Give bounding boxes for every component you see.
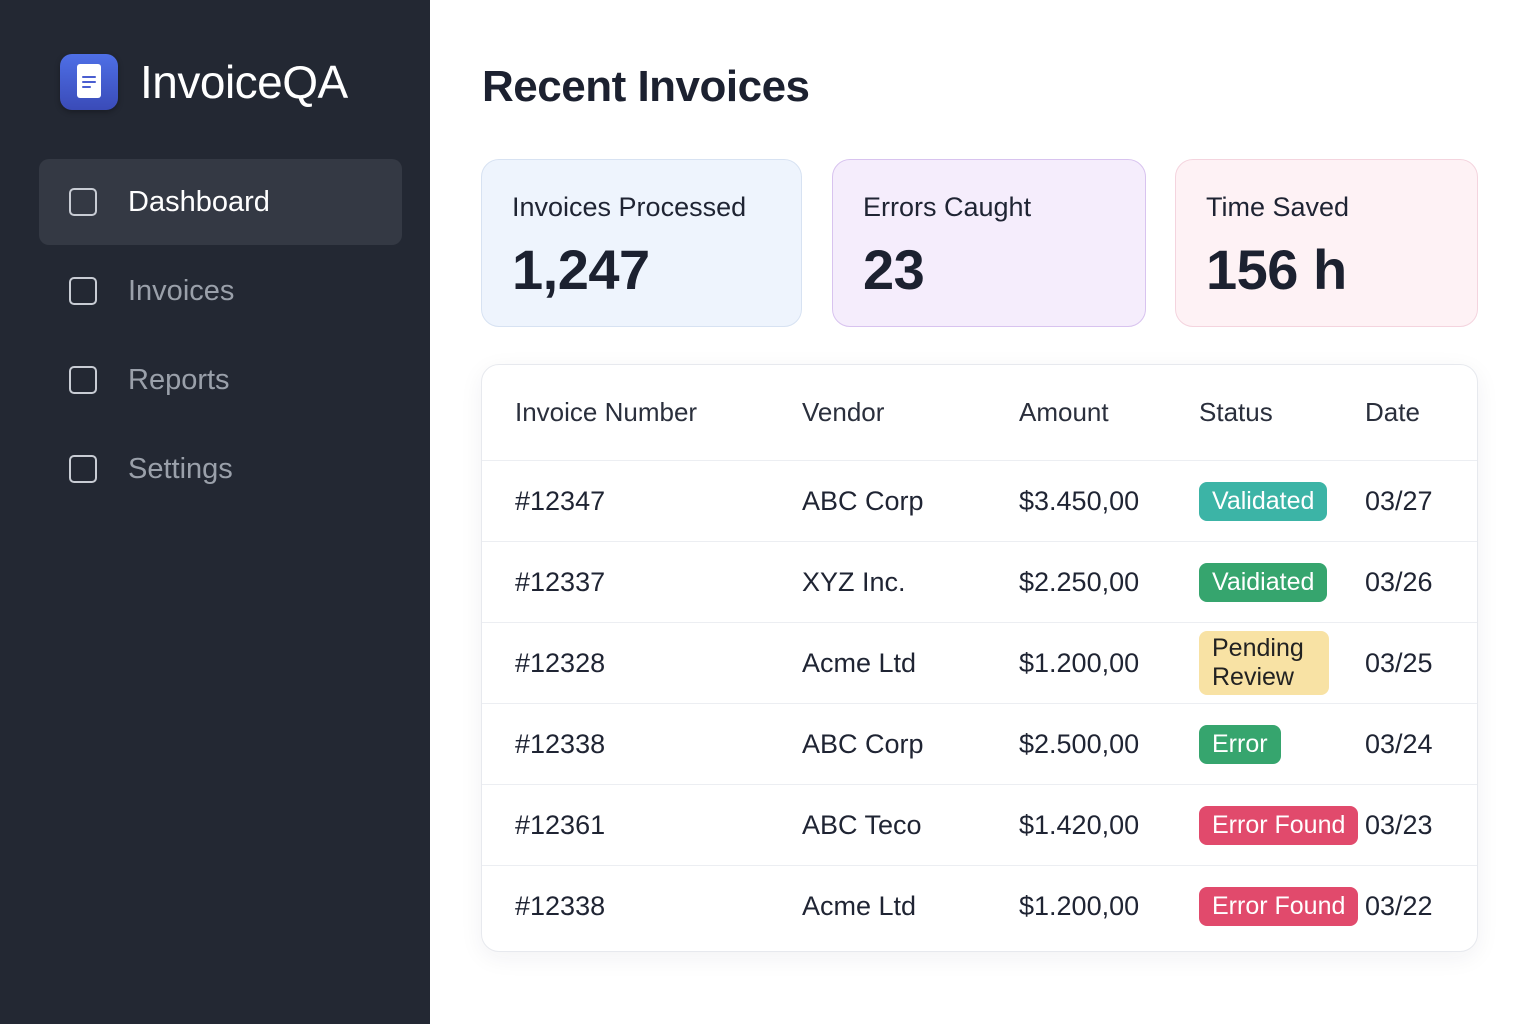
status-badge: Vaidiated (1199, 562, 1328, 602)
invoice-number-cell: #12347 (515, 485, 606, 516)
sidebar-item-dashboard[interactable]: Dashboard (39, 159, 402, 245)
main-content: Recent Invoices Invoices Processed 1,247… (430, 0, 1536, 1024)
date-cell: 03/23 (1365, 809, 1433, 840)
checkbox-icon (69, 366, 97, 394)
invoice-number-cell: #12328 (515, 647, 606, 678)
status-badge: Validated (1199, 481, 1328, 521)
stat-value: 23 (863, 238, 925, 301)
table-row[interactable]: #12338 Acme Ltd $1.200,00 Error Found 03… (482, 866, 1477, 947)
checkbox-icon (69, 277, 97, 305)
amount-cell: $1.200,00 (1019, 891, 1140, 921)
table-row[interactable]: #12361 ABC Teco $1.420,00 Error Found 03… (482, 785, 1477, 866)
status-cell: Validated (1199, 461, 1328, 541)
status-badge: Pending Review (1199, 631, 1329, 695)
date-cell: 03/22 (1365, 891, 1433, 921)
vendor-cell: Acme Ltd (802, 647, 917, 678)
app-name: InvoiceQA (140, 56, 348, 108)
vendor-cell: ABC Corp (802, 485, 924, 516)
column-header-date[interactable]: Date (1365, 365, 1420, 460)
column-header-status[interactable]: Status (1199, 365, 1273, 460)
column-header-amount[interactable]: Amount (1019, 365, 1109, 460)
amount-cell: $3.450,00 (1019, 485, 1140, 516)
status-cell: Error Found (1199, 785, 1359, 865)
stat-label: Invoices Processed (512, 192, 747, 222)
status-badge: Error Found (1199, 887, 1359, 926)
stat-label: Time Saved (1206, 192, 1350, 222)
amount-cell: $1.200,00 (1019, 647, 1140, 678)
amount-cell: $2.250,00 (1019, 566, 1140, 597)
stat-value: 156 h (1206, 238, 1347, 301)
invoice-number-cell: #12337 (515, 566, 606, 597)
table-row[interactable]: #12337 XYZ Inc. $2.250,00 Vaidiated 03/2… (482, 542, 1477, 623)
stat-card-invoices-processed: Invoices Processed 1,247 (481, 159, 802, 327)
date-cell: 03/25 (1365, 647, 1433, 678)
status-cell: Error Found (1199, 866, 1359, 947)
table-header-row: Invoice Number Vendor Amount Status Date (482, 365, 1477, 461)
invoices-table: Invoice Number Vendor Amount Status Date… (481, 364, 1478, 952)
status-cell: Vaidiated (1199, 542, 1328, 622)
vendor-cell: Acme Ltd (802, 891, 917, 921)
invoice-number-cell: #12338 (515, 728, 606, 759)
invoice-number-cell: #12361 (515, 809, 606, 840)
stat-value: 1,247 (512, 238, 650, 301)
document-icon (60, 54, 118, 110)
amount-cell: $1.420,00 (1019, 809, 1140, 840)
amount-cell: $2.500,00 (1019, 728, 1140, 759)
stat-label: Errors Caught (863, 192, 1032, 222)
page-title: Recent Invoices (482, 62, 810, 111)
column-header-invoice-number[interactable]: Invoice Number (515, 365, 697, 460)
brand[interactable]: InvoiceQA (60, 54, 348, 110)
sidebar-item-label: Invoices (128, 274, 235, 307)
stat-card-time-saved: Time Saved 156 h (1175, 159, 1478, 327)
vendor-cell: ABC Teco (802, 809, 922, 840)
table-row[interactable]: #12328 Acme Ltd $1.200,00 Pending Review… (482, 623, 1477, 704)
vendor-cell: XYZ Inc. (802, 566, 906, 597)
checkbox-icon (69, 455, 97, 483)
sidebar-item-reports[interactable]: Reports (39, 337, 402, 423)
table-row[interactable]: #12338 ABC Corp $2.500,00 Error 03/24 (482, 704, 1477, 785)
sidebar-item-invoices[interactable]: Invoices (39, 248, 402, 334)
sidebar-item-label: Settings (128, 452, 233, 485)
status-badge: Error (1199, 724, 1281, 764)
sidebar-item-settings[interactable]: Settings (39, 426, 402, 512)
status-badge: Error Found (1199, 805, 1359, 845)
column-header-vendor[interactable]: Vendor (802, 365, 884, 460)
sidebar: InvoiceQA Dashboard Invoices Reports Set… (0, 0, 430, 1024)
vendor-cell: ABC Corp (802, 728, 924, 759)
date-cell: 03/26 (1365, 566, 1433, 597)
date-cell: 03/27 (1365, 485, 1433, 516)
sidebar-nav: Dashboard Invoices Reports Settings (39, 159, 402, 515)
invoice-number-cell: #12338 (515, 891, 606, 921)
date-cell: 03/24 (1365, 728, 1433, 759)
sidebar-item-label: Dashboard (128, 185, 270, 218)
status-cell: Pending Review (1199, 623, 1329, 703)
app-window: InvoiceQA Dashboard Invoices Reports Set… (0, 0, 1536, 1024)
stat-card-errors-caught: Errors Caught 23 (832, 159, 1146, 327)
status-cell: Error (1199, 704, 1281, 784)
sidebar-item-label: Reports (128, 363, 230, 396)
table-row[interactable]: #12347 ABC Corp $3.450,00 Validated 03/2… (482, 461, 1477, 542)
checkbox-icon (69, 188, 97, 216)
